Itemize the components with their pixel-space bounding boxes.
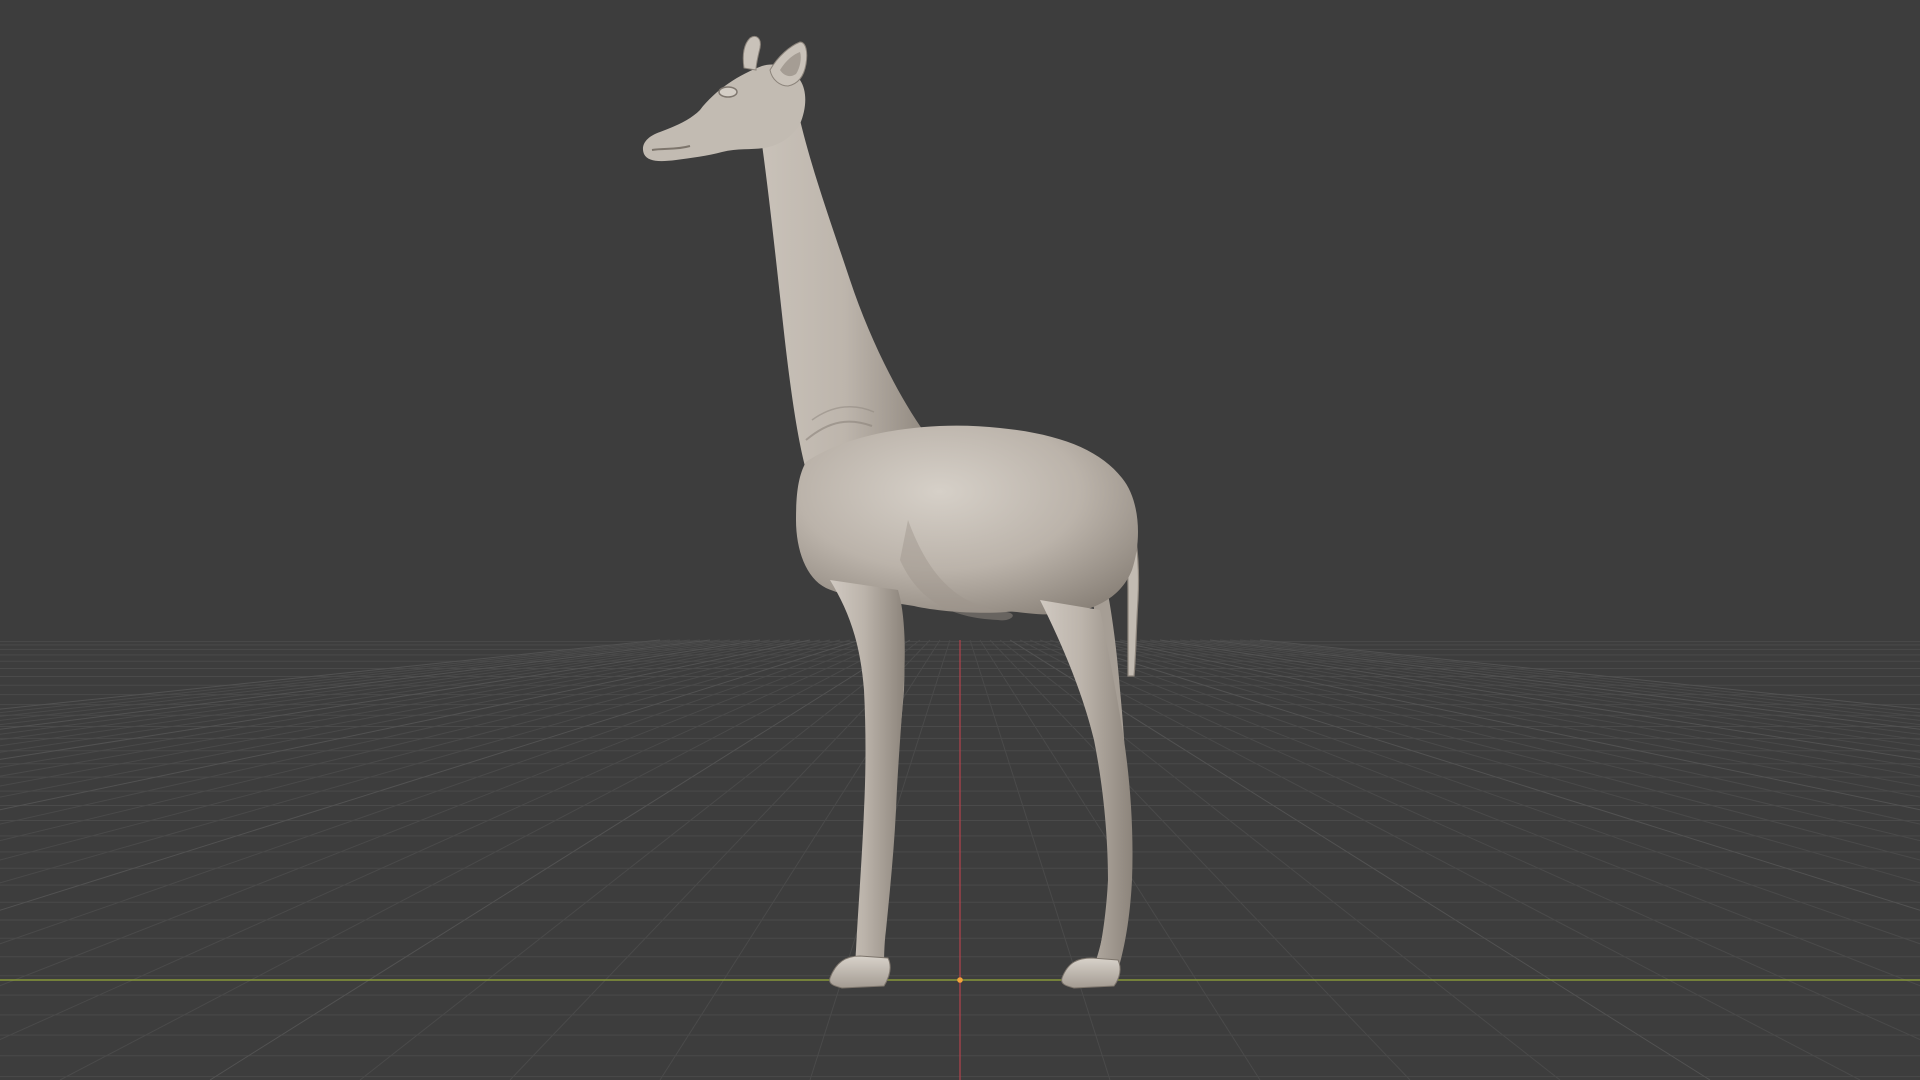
3d-viewport[interactable] xyxy=(0,0,1920,1080)
giraffe-eye xyxy=(718,86,738,98)
viewport-canvas[interactable] xyxy=(0,0,1920,1080)
world-origin-point xyxy=(957,977,963,983)
